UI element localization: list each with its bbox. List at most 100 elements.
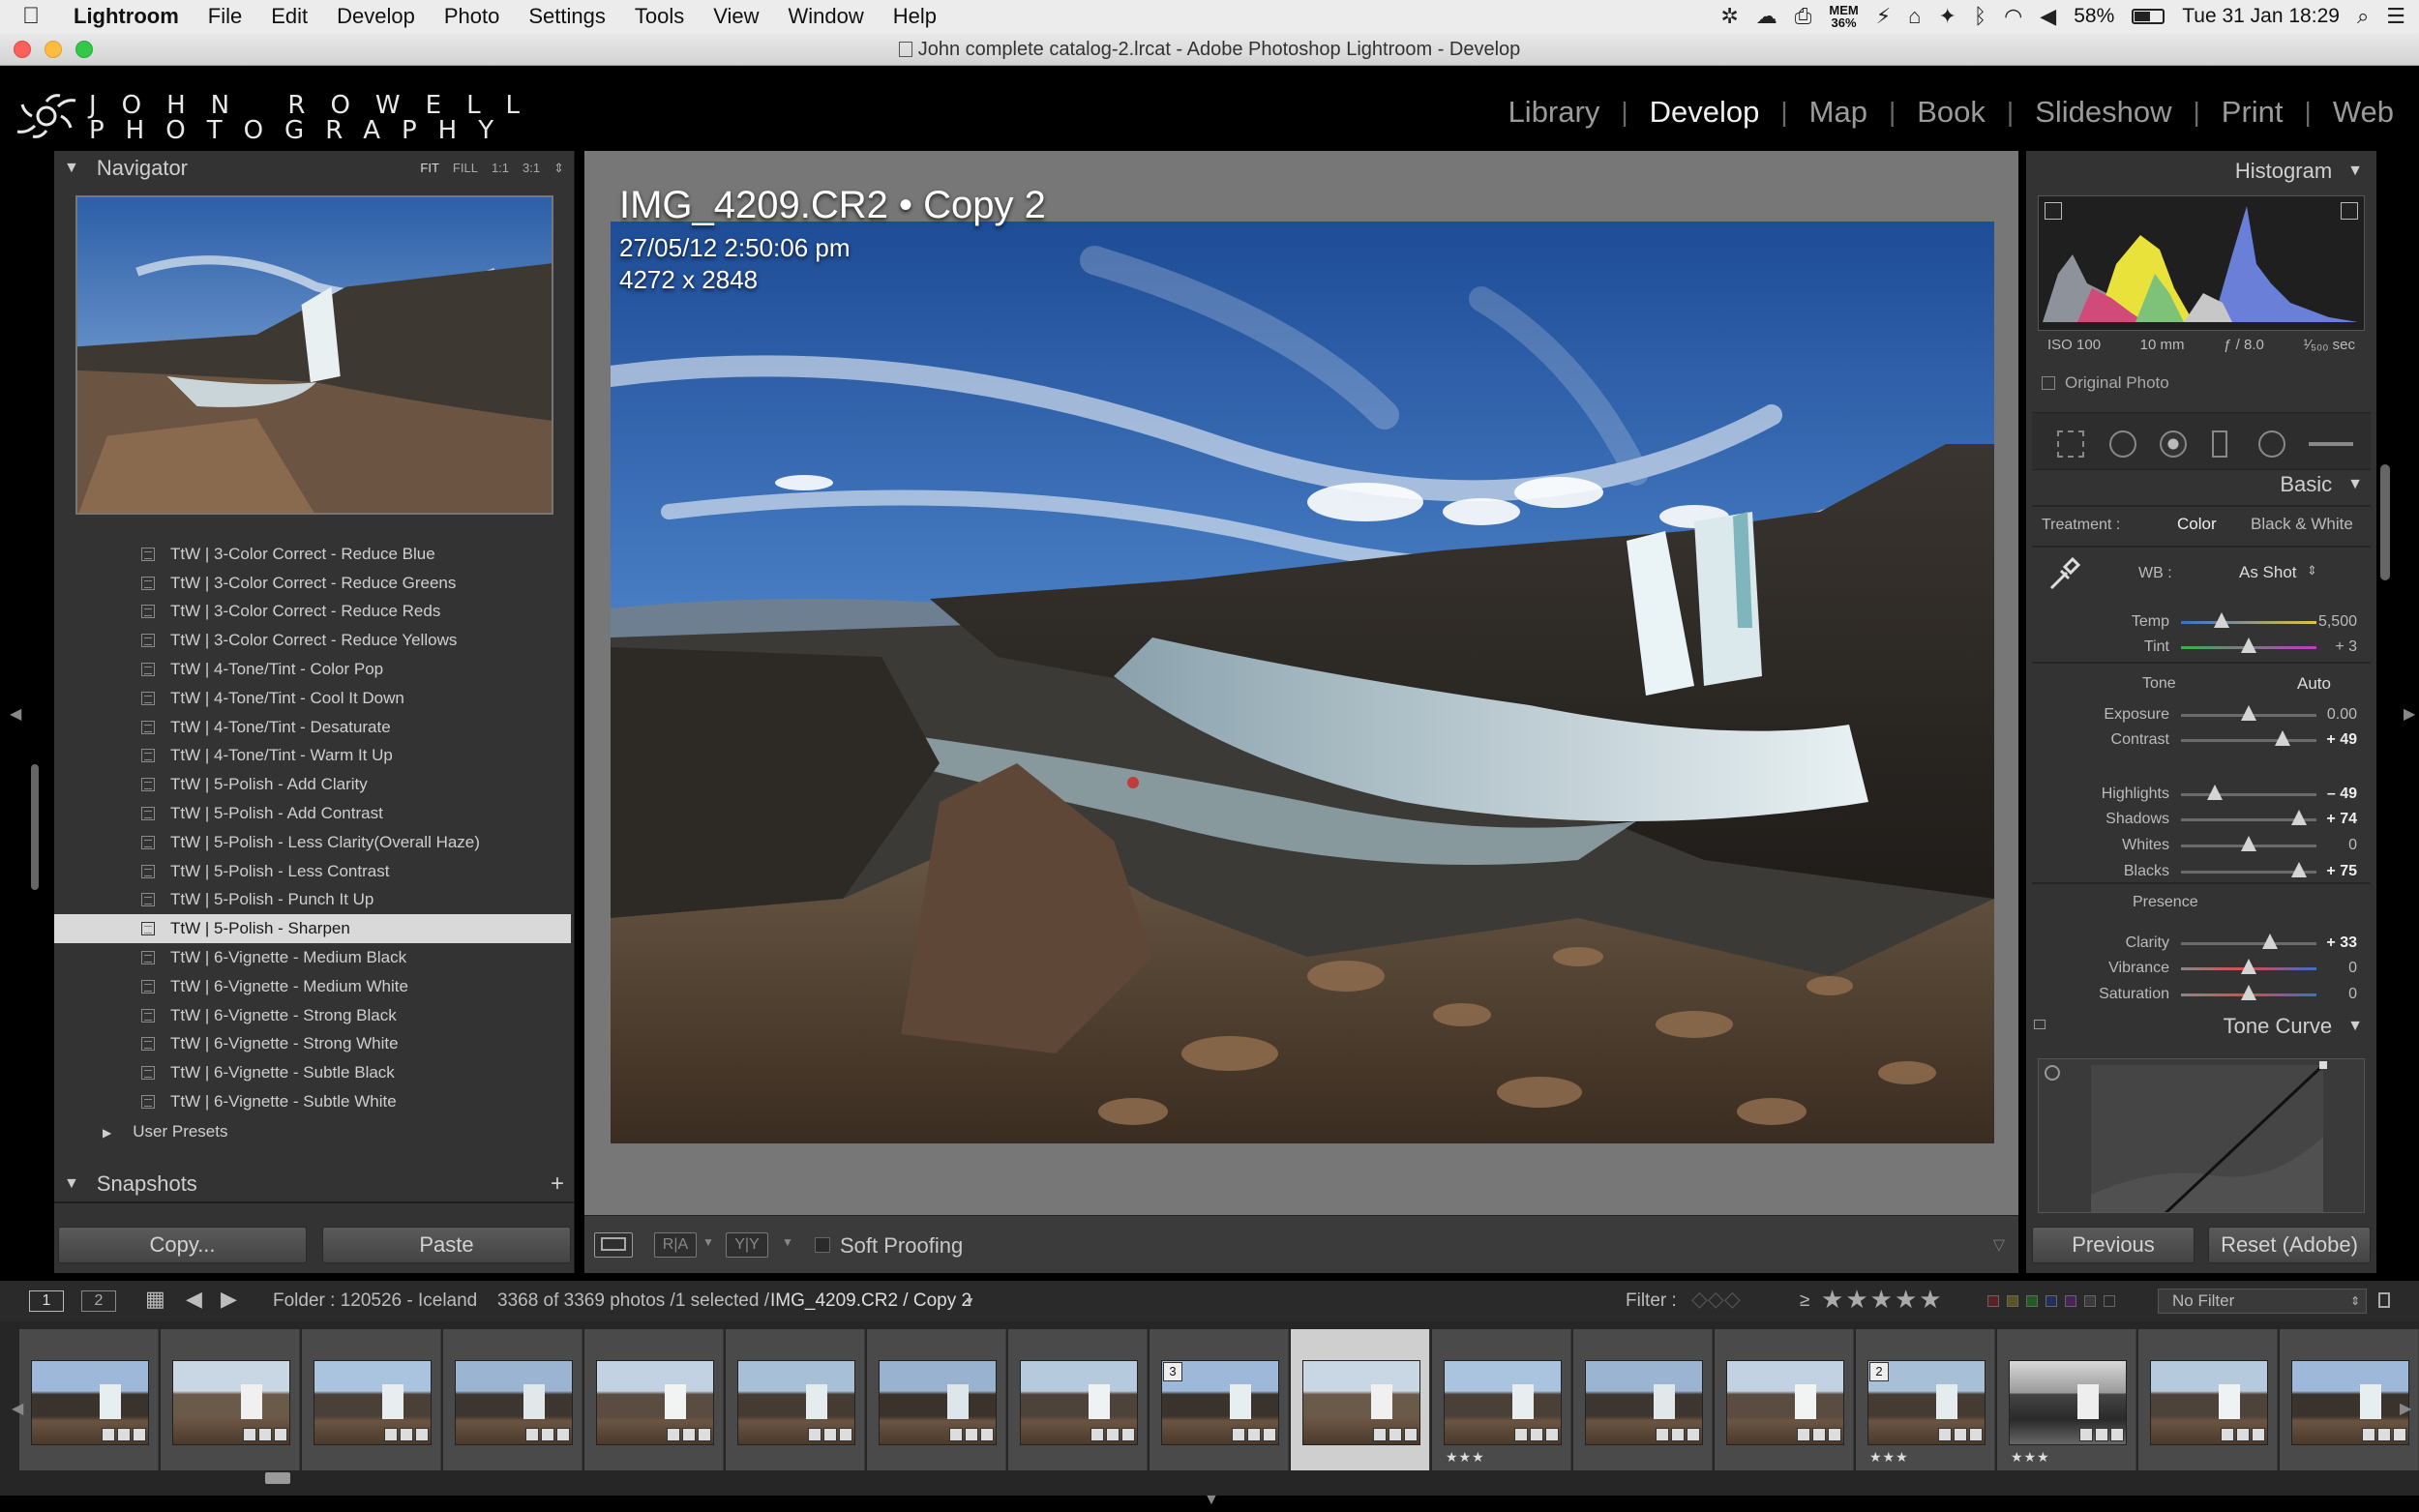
grid-view-icon[interactable]: ▦ [145, 1287, 165, 1312]
creative-cloud-icon[interactable]: ☁ [1756, 4, 1777, 29]
filter-preset-select[interactable]: No Filter ⇕ [2158, 1289, 2367, 1314]
vibrance-slider-knob[interactable] [2241, 959, 2256, 974]
right-panel-toggle-icon[interactable]: ▶ [2404, 704, 2415, 724]
treatment-bw-button[interactable]: Black & White [2251, 515, 2353, 534]
collection-badge-icon[interactable] [2362, 1428, 2375, 1441]
expand-triangle-icon[interactable]: ▶ [103, 1126, 111, 1140]
filmstrip-thumbnail[interactable] [584, 1329, 724, 1470]
filmstrip-thumbnail[interactable] [161, 1329, 300, 1470]
clarity-slider-knob[interactable] [2262, 934, 2279, 949]
filmstrip-thumbnail[interactable]: ★★★ [1997, 1329, 2136, 1470]
shadow-clipping-toggle-icon[interactable] [2045, 202, 2062, 220]
edit-badge-icon[interactable] [1954, 1428, 1967, 1441]
module-develop[interactable]: Develop [1628, 95, 1781, 130]
tint-slider-knob[interactable] [2241, 637, 2256, 653]
before-after-dropdown-icon[interactable]: ▼ [702, 1235, 714, 1249]
add-snapshot-button[interactable]: + [551, 1171, 564, 1198]
vibrance-value[interactable]: 0 [2348, 960, 2357, 977]
menu-file[interactable]: File [194, 4, 256, 29]
clarity-value[interactable]: + 33 [2326, 934, 2357, 952]
metadata-badge-icon[interactable] [133, 1428, 146, 1441]
metadata-badge-icon[interactable] [415, 1428, 429, 1441]
maximize-window-button[interactable] [75, 41, 93, 58]
collection-badge-icon[interactable] [808, 1428, 821, 1441]
exposure-value[interactable]: 0.00 [2327, 706, 2357, 724]
menu-window[interactable]: Window [774, 4, 879, 29]
collection-badge-icon[interactable] [1514, 1428, 1528, 1441]
collapse-triangle-icon[interactable]: ▼ [64, 1175, 79, 1193]
volume-icon[interactable]: ◀ [2040, 4, 2056, 29]
left-panel-toggle-icon[interactable]: ◀ [10, 704, 21, 724]
highlight-clipping-toggle-icon[interactable] [2341, 202, 2358, 220]
metadata-badge-icon[interactable] [2110, 1428, 2124, 1441]
preset-item[interactable]: TtW | 3-Color Correct - Reduce Reds [54, 598, 571, 627]
preset-item[interactable]: TtW | 5-Polish - Less Clarity(Overall Ha… [54, 828, 571, 857]
highlights-slider-knob[interactable] [2207, 785, 2223, 800]
module-slideshow[interactable]: Slideshow [2014, 95, 2193, 130]
memory-indicator[interactable]: MEM 36% [1829, 4, 1858, 29]
notification-center-icon[interactable]: ☰ [2386, 4, 2405, 29]
metadata-badge-icon[interactable] [2393, 1428, 2406, 1441]
metadata-badge-icon[interactable] [1121, 1428, 1135, 1441]
filmstrip-thumbnail[interactable]: 3 [1150, 1329, 1289, 1470]
filmstrip-scrollbar-thumb[interactable] [265, 1472, 290, 1484]
color-label-red[interactable] [1987, 1295, 1999, 1307]
preset-item[interactable]: TtW | 4-Tone/Tint - Color Pop [54, 655, 571, 684]
collection-badge-icon[interactable] [949, 1428, 963, 1441]
blacks-slider-knob[interactable] [2290, 862, 2307, 877]
soft-proofing-checkbox[interactable] [815, 1237, 830, 1253]
temp-slider[interactable] [2181, 621, 2316, 624]
filter-lock-icon[interactable] [2378, 1292, 2390, 1308]
red-eye-icon[interactable] [2160, 430, 2187, 458]
current-photo-dropdown-icon[interactable]: ▼ [964, 1294, 975, 1308]
filmstrip-thumbnail[interactable] [1291, 1329, 1430, 1470]
zoom-1-1[interactable]: 1:1 [492, 161, 509, 176]
stack-count-badge[interactable]: 3 [1163, 1362, 1182, 1381]
rating-comparison[interactable]: ≥ [1800, 1290, 1809, 1312]
metadata-badge-icon[interactable] [274, 1428, 287, 1441]
temp-value[interactable]: 5,500 [2318, 613, 2357, 631]
crop-overlay-icon[interactable] [2057, 430, 2084, 458]
right-panel-scrollbar[interactable] [2380, 464, 2390, 580]
tone-curve-header[interactable]: Tone Curve ▼ [2224, 1014, 2363, 1039]
collection-badge-icon[interactable] [102, 1428, 115, 1441]
collapse-triangle-icon[interactable]: ▼ [2347, 476, 2363, 493]
filmstrip-thumbnail[interactable] [2138, 1329, 2278, 1470]
filmstrip-thumbnail[interactable] [867, 1329, 1006, 1470]
contrast-slider[interactable] [2181, 739, 2316, 742]
collection-badge-icon[interactable] [1232, 1428, 1245, 1441]
preset-item[interactable]: TtW | 4-Tone/Tint - Warm It Up [54, 742, 571, 771]
histogram-header[interactable]: Histogram ▼ [2235, 159, 2363, 184]
collection-badge-icon[interactable] [1656, 1428, 1669, 1441]
temp-slider-knob[interactable] [2214, 612, 2229, 628]
preset-item[interactable]: TtW | 3-Color Correct - Reduce Yellows [54, 626, 571, 655]
preset-item[interactable]: TtW | 6-Vignette - Subtle Black [54, 1058, 571, 1087]
preset-item[interactable]: TtW | 6-Vignette - Medium White [54, 972, 571, 1001]
menu-develop[interactable]: Develop [322, 4, 430, 29]
collection-badge-icon[interactable] [2221, 1428, 2234, 1441]
filmstrip-thumbnail[interactable] [19, 1329, 159, 1470]
spotlight-search-icon[interactable]: ⌕ [2357, 4, 2369, 29]
preset-item[interactable]: TtW | 5-Polish - Sharpen [54, 914, 571, 944]
color-label-none[interactable] [2084, 1295, 2096, 1307]
metadata-badge-icon[interactable] [980, 1428, 994, 1441]
wb-eyedropper-icon[interactable] [2044, 555, 2082, 594]
edit-badge-icon[interactable] [541, 1428, 554, 1441]
metadata-badge-icon[interactable] [556, 1428, 570, 1441]
filmstrip-thumbnail[interactable] [1573, 1329, 1713, 1470]
paste-settings-button[interactable]: Paste [322, 1227, 571, 1263]
color-label-yellow[interactable] [2007, 1295, 2018, 1307]
preset-item[interactable]: TtW | 6-Vignette - Strong White [54, 1030, 571, 1059]
stack-count-badge[interactable]: 2 [1869, 1362, 1889, 1381]
bottom-panel-toggle-icon[interactable]: ▼ [1204, 1492, 1219, 1509]
preset-item[interactable]: TtW | 4-Tone/Tint - Cool It Down [54, 684, 571, 713]
apple-menu-icon[interactable]:  [0, 3, 62, 30]
preset-item[interactable]: TtW | 6-Vignette - Medium Black [54, 943, 571, 972]
radial-filter-icon[interactable] [2258, 430, 2285, 458]
highlights-slider[interactable] [2181, 793, 2316, 796]
collapse-triangle-icon[interactable]: ▼ [2347, 163, 2363, 180]
shadows-value[interactable]: + 74 [2326, 811, 2357, 828]
thumbnail-rating[interactable]: ★★★ [1446, 1449, 1485, 1466]
collection-badge-icon[interactable] [1938, 1428, 1952, 1441]
snapshots-header[interactable]: ▼ Snapshots + [54, 1167, 574, 1201]
